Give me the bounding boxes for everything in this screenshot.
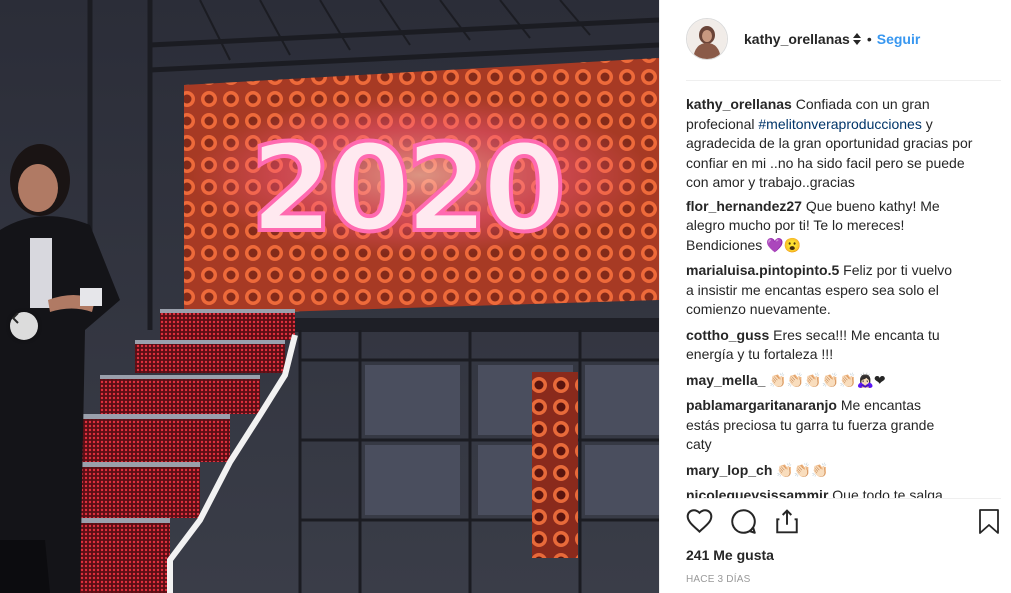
- bookmark-icon[interactable]: [977, 508, 1001, 535]
- comment-text: Que todo te salga: [832, 487, 943, 498]
- comment-username[interactable]: pablamargaritanaranjo: [686, 397, 837, 413]
- sort-arrows-icon: [852, 32, 862, 46]
- comment-username[interactable]: marialuisa.pintopinto.5: [686, 262, 839, 278]
- comment-item: pablamargaritanaranjo Me encantas estás …: [686, 396, 976, 455]
- post-photo[interactable]: 2020: [0, 0, 659, 593]
- comment-item: cottho_guss Eres seca!!! Me encanta tu e…: [686, 326, 976, 365]
- previous-photo-button[interactable]: [10, 312, 38, 340]
- avatar[interactable]: [686, 18, 728, 60]
- post-side-panel: kathy_orellanas • Seguir kathy_orellanas…: [659, 0, 1011, 593]
- post-header: kathy_orellanas • Seguir: [686, 14, 1001, 64]
- post-timestamp[interactable]: HACE 3 DÍAS: [686, 574, 750, 585]
- comment-item: nicolequevsissammir Que todo te salga: [686, 486, 976, 498]
- comment-username[interactable]: nicolequevsissammir: [686, 487, 828, 498]
- comment-text: 👏🏻👏🏻👏🏻: [776, 461, 829, 478]
- instagram-post: 2020 kathy_orellanas • Seguir kathy_orel…: [0, 0, 1011, 593]
- comment-username[interactable]: mary_lop_ch: [686, 462, 772, 478]
- header-divider: [686, 80, 1001, 81]
- chevron-left-icon: [11, 312, 19, 324]
- post-author-username[interactable]: kathy_orellanas: [744, 31, 850, 47]
- heart-icon[interactable]: [686, 508, 713, 535]
- comment-item: may_mella_ 👏🏻👏🏻👏🏻👏🏻👏🏻🙇🏻‍♀️❤: [686, 371, 976, 391]
- post-actions: [686, 508, 1001, 540]
- comment-icon[interactable]: [730, 508, 757, 535]
- post-caption: kathy_orellanas Confiada con un gran pro…: [686, 95, 976, 193]
- comment-username[interactable]: may_mella_: [686, 372, 765, 388]
- comment-item: marialuisa.pintopinto.5 Feliz por ti vue…: [686, 261, 976, 320]
- comment-username[interactable]: cottho_guss: [686, 327, 769, 343]
- like-count[interactable]: 241 Me gusta: [686, 547, 774, 563]
- comments-list[interactable]: kathy_orellanas Confiada con un gran pro…: [686, 95, 976, 498]
- avatar-image: [687, 19, 727, 59]
- follow-button[interactable]: Seguir: [877, 31, 921, 47]
- comment-username[interactable]: flor_hernandez27: [686, 198, 802, 214]
- caption-hashtag[interactable]: #melitonveraproducciones: [758, 116, 921, 132]
- comment-item: flor_hernandez27 Que bueno kathy! Me ale…: [686, 197, 976, 256]
- stage-illustration: 2020: [0, 0, 659, 593]
- comment-item: mary_lop_ch 👏🏻👏🏻👏🏻: [686, 461, 976, 481]
- comment-text: 👏🏻👏🏻👏🏻👏🏻👏🏻🙇🏻‍♀️❤: [769, 371, 886, 388]
- header-separator: •: [866, 31, 872, 47]
- share-icon[interactable]: [774, 508, 800, 535]
- screen-2020-text: 2020: [250, 120, 560, 259]
- actions-divider: [686, 498, 1001, 499]
- caption-username[interactable]: kathy_orellanas: [686, 96, 792, 112]
